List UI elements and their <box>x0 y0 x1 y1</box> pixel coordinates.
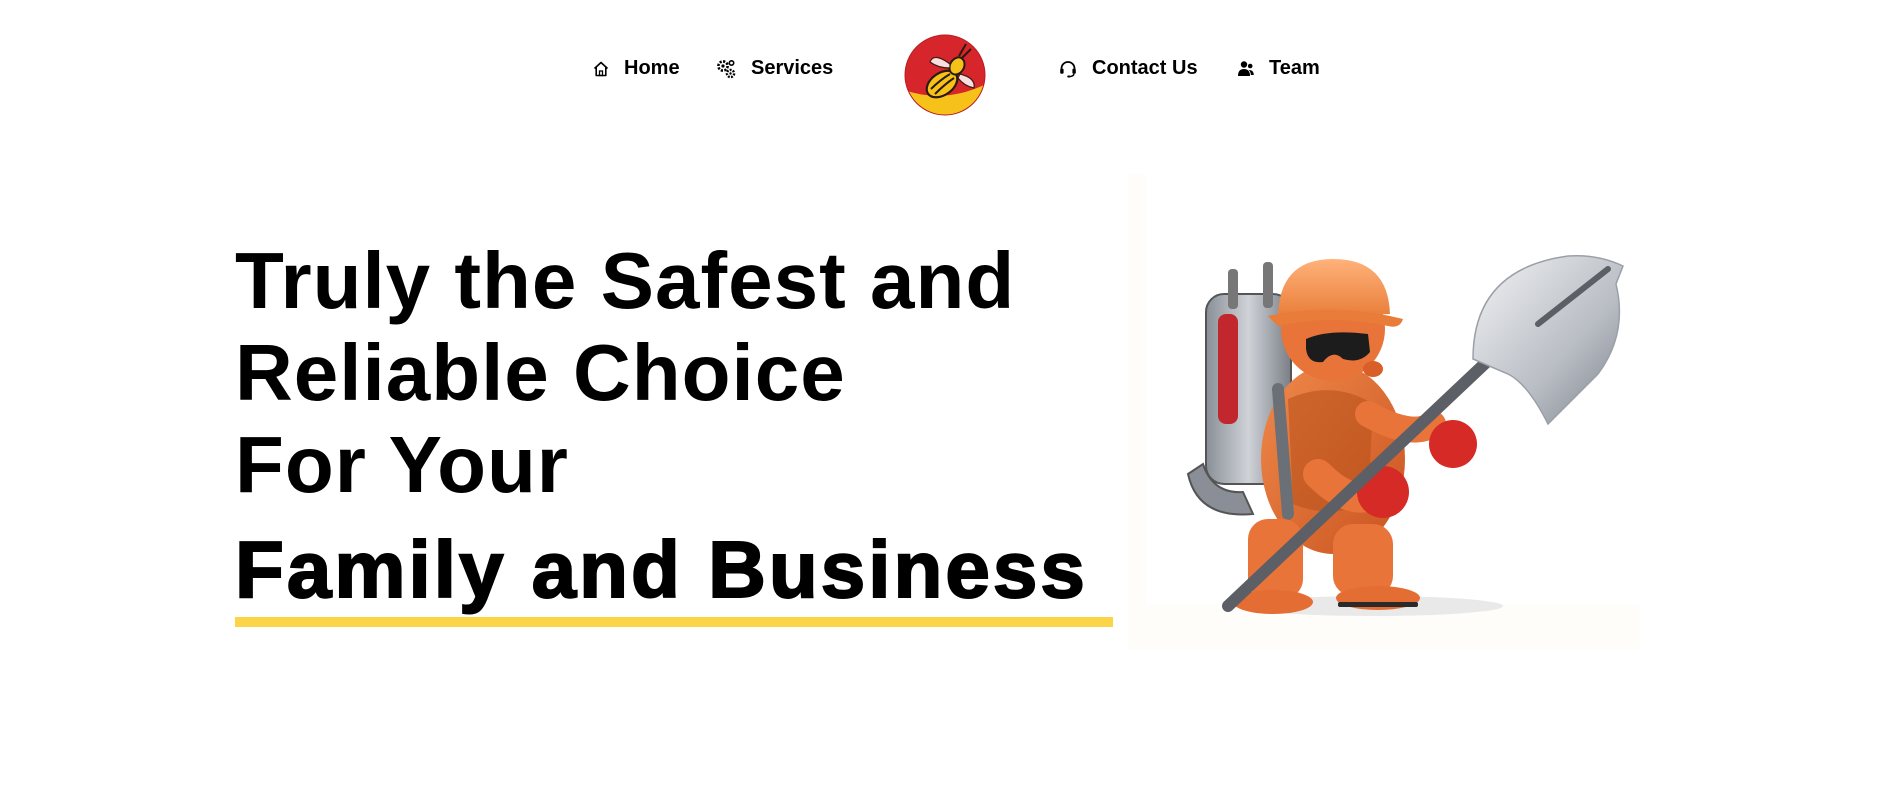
home-icon <box>592 60 610 78</box>
nav-item-label: Services <box>751 57 834 79</box>
nav-item-label: Home <box>624 57 680 79</box>
hero-line-1: Truly the Safest and <box>235 236 1016 325</box>
users-icon <box>1235 59 1255 79</box>
nav-item-contact-us[interactable]: Contact Us <box>1058 57 1198 80</box>
pest-control-worker-illustration <box>1128 174 1640 649</box>
main-navigation: Home Services Contact Us Team <box>0 0 1901 145</box>
hero-illustration <box>1128 174 1640 649</box>
hero-line-3: For Your <box>235 420 569 509</box>
hero-underline <box>235 617 1113 627</box>
wasp-logo-icon <box>904 34 986 116</box>
hero-headline: Truly the Safest and Reliable Choice For… <box>235 235 1015 511</box>
headset-icon <box>1058 59 1078 79</box>
hero-line-2: Reliable Choice <box>235 328 846 417</box>
nav-item-label: Contact Us <box>1092 57 1198 79</box>
nav-item-services[interactable]: Services <box>715 57 833 80</box>
brand-logo[interactable] <box>904 34 986 116</box>
nav-item-home[interactable]: Home <box>592 57 680 80</box>
hero-emphasis-line: Family and Business <box>234 524 1088 615</box>
nav-item-team[interactable]: Team <box>1235 57 1320 80</box>
nav-item-label: Team <box>1269 57 1320 79</box>
gears-icon <box>715 58 737 80</box>
